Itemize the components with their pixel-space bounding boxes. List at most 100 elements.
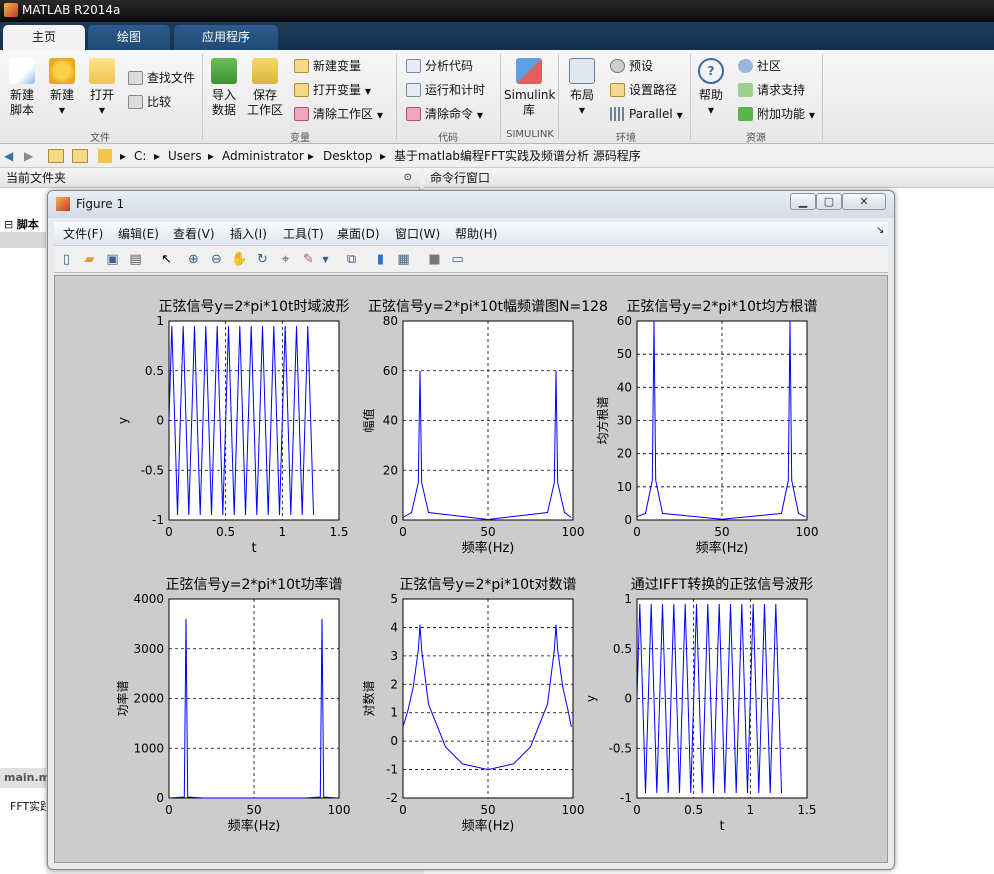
selected-row[interactable] xyxy=(0,232,46,248)
chevron-down-icon[interactable]: ▼ xyxy=(317,252,334,268)
x-tick-label: 1 xyxy=(747,803,755,817)
menu-tools[interactable]: 工具(T) xyxy=(283,225,324,242)
parallel-button[interactable]: Parallel ▼ xyxy=(610,105,683,123)
hide-plot-tools-icon[interactable]: ■ xyxy=(426,252,443,268)
print-icon[interactable]: ▤ xyxy=(127,252,144,268)
community-button[interactable]: 社区 xyxy=(738,57,781,75)
open-button[interactable]: 打开 ▼ xyxy=(86,58,118,118)
path-segment-drive[interactable]: C: xyxy=(134,144,146,168)
y-axis-label: 幅值 xyxy=(361,408,376,432)
y-axis-label: y xyxy=(584,695,598,702)
y-tick-label: 3 xyxy=(390,649,398,663)
group-divider xyxy=(822,54,823,140)
chevron-down-icon: ▼ xyxy=(808,111,815,120)
simulink-icon xyxy=(516,58,542,84)
dock-arrow-icon[interactable]: ↘ xyxy=(876,225,884,236)
addons-button[interactable]: 附加功能 ▼ xyxy=(738,105,815,123)
open-file-icon[interactable]: ▰ xyxy=(81,252,98,268)
simulink-library-button[interactable]: Simulink 库 xyxy=(504,58,555,118)
menu-insert[interactable]: 插入(I) xyxy=(230,225,267,242)
help-button[interactable]: ? 帮助 ▼ xyxy=(696,58,726,118)
import-label-1: 导入 xyxy=(211,88,236,102)
show-plot-tools-icon[interactable]: ▭ xyxy=(449,252,466,268)
run-and-time-button[interactable]: 运行和计时 xyxy=(406,81,485,99)
request-support-button[interactable]: 请求支持 xyxy=(738,81,805,99)
tab-home[interactable]: 主页 xyxy=(3,25,85,50)
close-button[interactable]: ✕ xyxy=(842,193,886,210)
path-segment-user[interactable]: Administrator xyxy=(222,144,304,168)
y-tick-label: 4 xyxy=(390,620,398,634)
pointer-icon[interactable]: ↖ xyxy=(158,252,175,268)
clear-commands-button[interactable]: 清除命令 ▼ xyxy=(406,105,483,123)
path-segment-project[interactable]: 基于matlab编程FFT实践及频谱分析 源码程序 xyxy=(394,144,641,168)
x-tick-label: 1 xyxy=(279,525,287,539)
menu-help[interactable]: 帮助(H) xyxy=(455,225,497,242)
save-icon[interactable]: ▣ xyxy=(104,252,121,268)
set-path-label: 设置路径 xyxy=(629,83,678,97)
maximize-button[interactable]: ▢ xyxy=(816,193,842,210)
new-figure-icon[interactable]: ▯ xyxy=(58,252,75,268)
y-tick-label: 30 xyxy=(617,414,632,428)
analyze-code-button[interactable]: 分析代码 xyxy=(406,57,473,75)
pan-icon[interactable]: ✋ xyxy=(231,252,248,268)
x-axis-label: 频率(Hz) xyxy=(228,818,281,834)
zoom-out-icon[interactable]: ⊖ xyxy=(208,252,225,268)
zoom-in-icon[interactable]: ⊕ xyxy=(185,252,202,268)
y-tick-label: -1 xyxy=(152,513,164,527)
menu-view[interactable]: 查看(V) xyxy=(173,225,215,242)
save-ws-label-1: 保存 xyxy=(252,88,277,102)
figure-window: Figure 1 ▁ ▢ ✕ 文件(F) 编辑(E) 查看(V) 插入(I) 工… xyxy=(47,190,895,870)
new-variable-button[interactable]: 新建变量 xyxy=(294,57,361,75)
colorbar-icon[interactable]: ▮ xyxy=(372,252,389,268)
path-segment-users[interactable]: Users xyxy=(168,144,202,168)
new-script-label-1: 新建 xyxy=(9,88,34,102)
find-files-icon xyxy=(128,71,143,85)
plot-title: 正弦信号y=2*pi*10t对数谱 xyxy=(399,577,576,593)
back-icon[interactable]: ◀ xyxy=(4,144,13,168)
tab-apps[interactable]: 应用程序 xyxy=(174,25,278,50)
run-time-icon xyxy=(406,83,421,97)
group-divider xyxy=(690,54,691,140)
minimize-button[interactable]: ▁ xyxy=(790,193,816,210)
brush-icon[interactable]: ✎ xyxy=(300,252,317,268)
find-files-button[interactable]: 查找文件 xyxy=(128,69,195,87)
set-path-button[interactable]: 设置路径 xyxy=(610,81,677,99)
up-folder-icon[interactable] xyxy=(48,149,64,163)
figure-toolbar: ▯ ▰ ▣ ▤ ↖ ⊕ ⊖ ✋ ↻ ⌖ ✎ ▼ ⧉ ▮ ▦ ■ ▭ xyxy=(54,245,888,273)
y-axis-label: y xyxy=(116,417,130,424)
tab-plots[interactable]: 绘图 xyxy=(88,25,170,50)
menu-edit[interactable]: 编辑(E) xyxy=(118,225,159,242)
compare-button[interactable]: 比较 xyxy=(128,93,171,111)
y-tick-label: 10 xyxy=(617,480,632,494)
import-data-button[interactable]: 导入 数据 xyxy=(208,58,240,118)
plot-title: 正弦信号y=2*pi*10t功率谱 xyxy=(165,576,342,593)
forward-icon[interactable]: ▶ xyxy=(24,144,33,168)
new-plus-icon xyxy=(49,58,75,84)
clear-workspace-button[interactable]: 清除工作区 ▼ xyxy=(294,105,383,123)
open-variable-button[interactable]: 打开变量 ▼ xyxy=(294,81,371,99)
new-script-button[interactable]: 新建 脚本 xyxy=(6,58,38,118)
editor-tab[interactable]: main.m xyxy=(0,768,50,788)
chevron-down-icon: ▼ xyxy=(364,87,371,96)
x-tick-label: 0 xyxy=(633,803,641,817)
path-segment-desktop[interactable]: Desktop xyxy=(323,144,373,168)
new-button[interactable]: 新建 ▼ xyxy=(46,58,78,118)
x-tick-label: 0 xyxy=(165,525,173,539)
layout-button[interactable]: 布局 ▼ xyxy=(566,58,598,118)
menu-file[interactable]: 文件(F) xyxy=(63,225,103,242)
x-tick-label: 0 xyxy=(399,525,407,539)
browse-folder-icon[interactable] xyxy=(72,149,88,163)
group-divider xyxy=(558,54,559,140)
link-plot-icon[interactable]: ⧉ xyxy=(343,252,360,268)
panel-menu-icon[interactable]: ⊙ xyxy=(404,168,412,188)
open-variable-icon xyxy=(294,83,309,97)
data-cursor-icon[interactable]: ⌖ xyxy=(277,252,294,268)
preferences-button[interactable]: 预设 xyxy=(610,57,653,75)
save-workspace-button[interactable]: 保存 工作区 xyxy=(246,58,284,118)
rotate-3d-icon[interactable]: ↻ xyxy=(254,252,271,268)
legend-icon[interactable]: ▦ xyxy=(395,252,412,268)
menu-window[interactable]: 窗口(W) xyxy=(395,225,440,242)
path-separator: ▸ xyxy=(208,149,215,163)
menu-desktop[interactable]: 桌面(D) xyxy=(337,225,380,242)
open-variable-label: 打开变量 xyxy=(313,83,362,97)
